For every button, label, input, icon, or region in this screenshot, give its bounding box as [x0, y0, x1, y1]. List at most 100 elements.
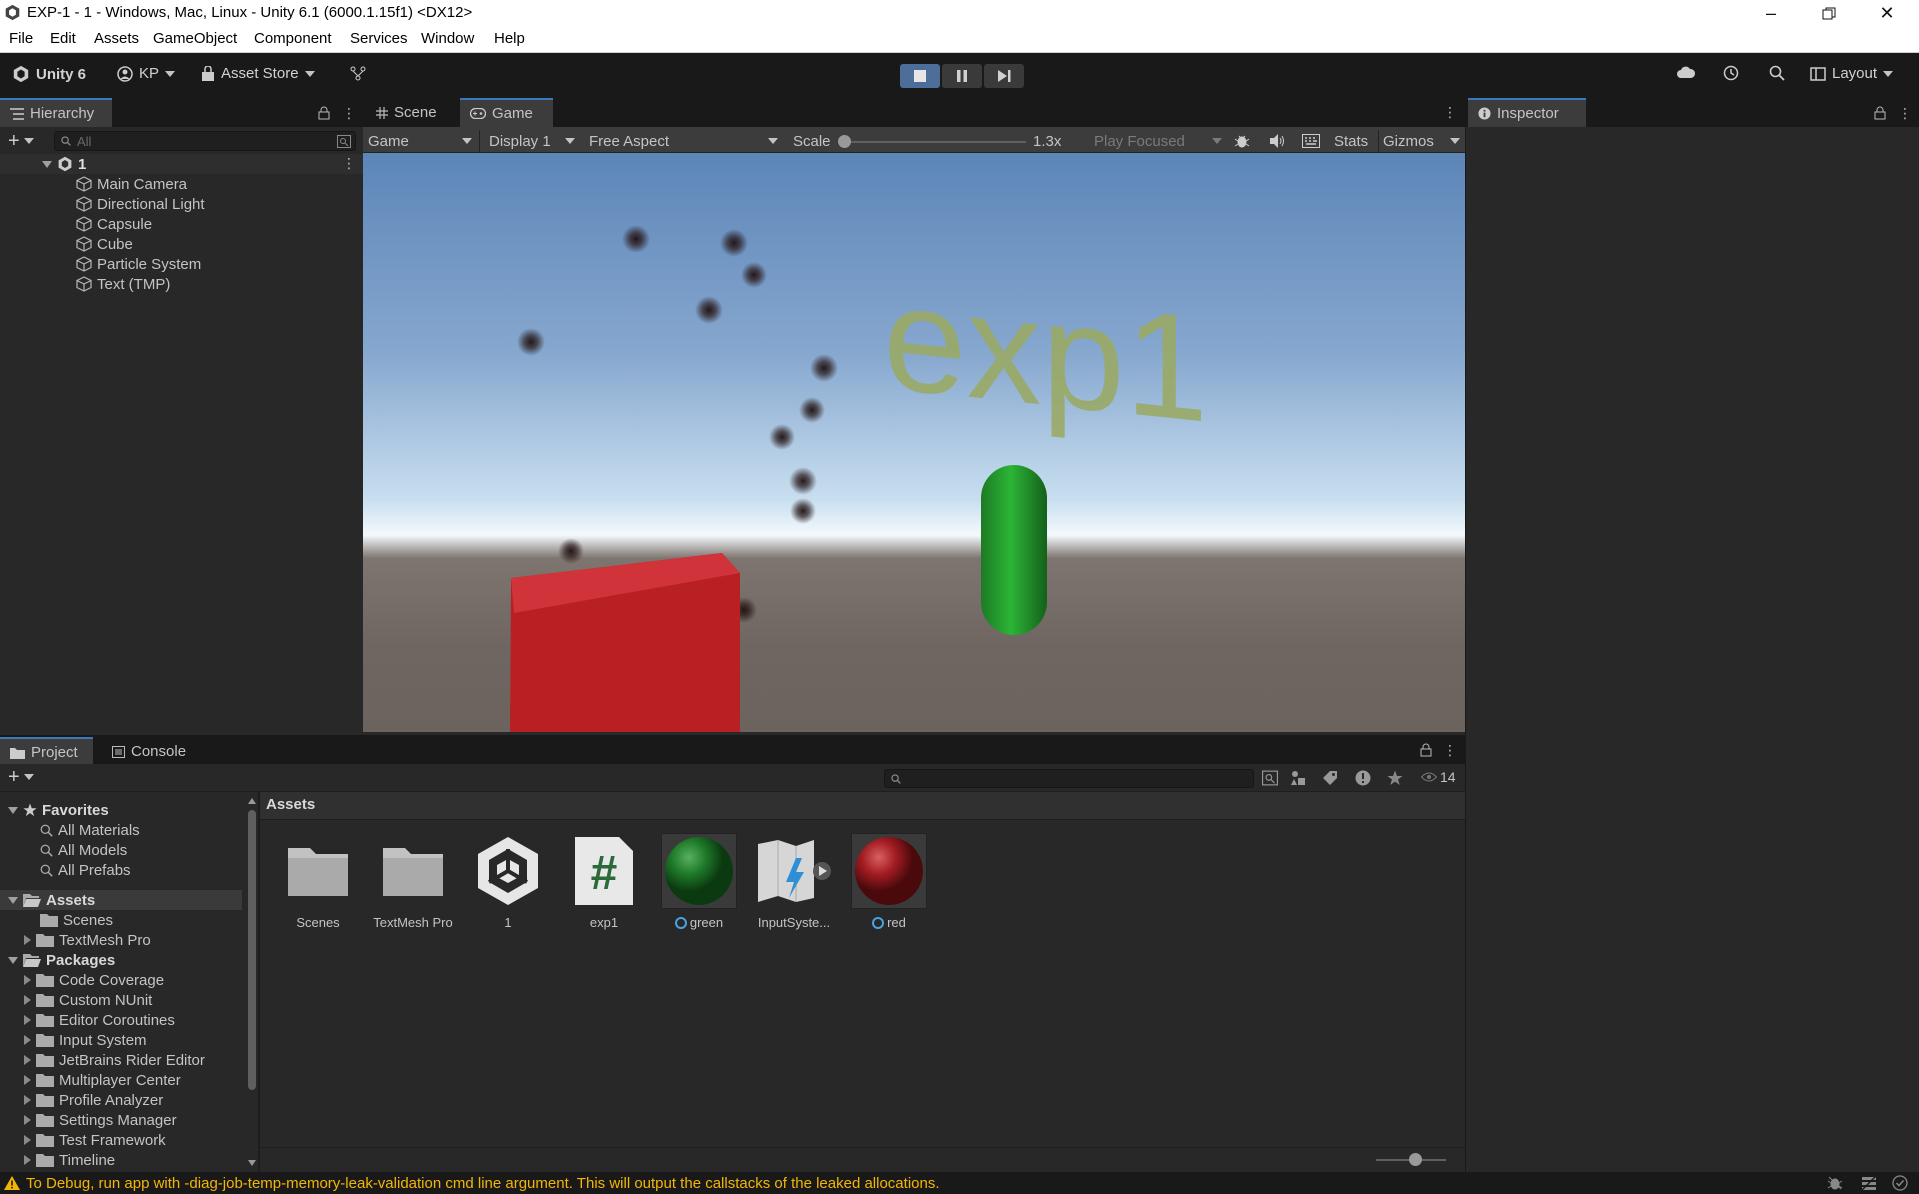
search-by-type-icon[interactable] [337, 135, 351, 148]
pause-button[interactable] [942, 64, 982, 88]
package-item[interactable]: Test Framework [24, 1130, 166, 1150]
menu-component[interactable]: Component [254, 30, 332, 47]
hierarchy-item[interactable]: Directional Light [76, 194, 205, 214]
package-item[interactable]: Profile Analyzer [24, 1090, 163, 1110]
asset-store-dropdown[interactable]: Asset Store [201, 65, 315, 82]
cloud-button[interactable] [1676, 65, 1696, 79]
expand-arrow-icon[interactable] [24, 1155, 31, 1165]
project-add-button[interactable]: + [8, 767, 34, 787]
icon-size-slider-thumb[interactable] [1409, 1153, 1422, 1166]
hierarchy-item[interactable]: Capsule [76, 214, 152, 234]
project-search-input[interactable] [884, 769, 1254, 788]
search-by-type-icon[interactable] [1262, 770, 1278, 786]
package-item[interactable]: Custom NUnit [24, 990, 152, 1010]
asset-exp1-script[interactable]: # exp1 [561, 833, 647, 930]
menu-edit[interactable]: Edit [50, 30, 76, 47]
menu-file[interactable]: File [9, 30, 33, 47]
expand-arrow-icon[interactable] [24, 975, 31, 985]
favorite-item[interactable]: All Prefabs [40, 860, 131, 880]
tree-scrollbar-thumb[interactable] [248, 810, 256, 1090]
progress-check-icon[interactable] [1892, 1175, 1908, 1191]
expand-arrow-icon[interactable] [8, 896, 18, 904]
kebab-menu-icon[interactable]: ⋮ [342, 106, 356, 120]
packages-root-folder[interactable]: Packages [8, 950, 115, 970]
package-item[interactable]: Editor Coroutines [24, 1010, 175, 1030]
minimize-button[interactable]: – [1742, 0, 1800, 27]
hierarchy-item[interactable]: Text (TMP) [76, 274, 170, 294]
cache-server-icon[interactable] [1861, 1175, 1877, 1191]
expand-arrow-icon[interactable] [42, 160, 52, 168]
asset-input-system-actions[interactable]: InputSyste... [751, 833, 837, 930]
hierarchy-item[interactable]: Particle System [76, 254, 201, 274]
expand-arrow-icon[interactable] [8, 956, 18, 964]
lock-icon[interactable] [1420, 743, 1432, 757]
gizmos-button[interactable]: Gizmos [1383, 130, 1434, 152]
expand-arrow-icon[interactable] [24, 1095, 31, 1105]
expand-arrow-icon[interactable] [24, 1135, 31, 1145]
asset-scene-1[interactable]: 1 [465, 833, 551, 930]
tab-hierarchy[interactable]: Hierarchy [0, 98, 112, 127]
tab-inspector[interactable]: Inspector [1468, 98, 1586, 127]
project-kebab-icon[interactable]: ⋮ [1443, 743, 1457, 757]
package-item[interactable]: Input System [24, 1030, 147, 1050]
history-button[interactable] [1723, 65, 1739, 81]
menu-window[interactable]: Window [421, 30, 474, 47]
assets-root-folder[interactable]: Assets [8, 890, 95, 910]
asset-red-material[interactable]: red [846, 833, 932, 930]
asset-scenes-folder[interactable]: Scenes [275, 833, 361, 930]
favorite-item[interactable]: All Models [40, 840, 127, 860]
scroll-up-arrow-icon[interactable] [248, 798, 256, 804]
layout-dropdown[interactable]: Layout [1810, 65, 1894, 82]
scroll-down-arrow-icon[interactable] [248, 1160, 256, 1166]
close-window-button[interactable]: ✕ [1858, 0, 1916, 27]
menu-gameobject[interactable]: GameObject [153, 30, 237, 47]
version-control-button[interactable] [350, 65, 366, 81]
tab-game[interactable]: Game [460, 98, 553, 127]
favorites-section[interactable]: Favorites [8, 800, 109, 820]
game-kebab-icon[interactable]: ⋮ [1443, 105, 1457, 119]
expand-arrow-icon[interactable] [24, 1055, 31, 1065]
unity-version-button[interactable]: Unity 6 [12, 65, 86, 83]
hierarchy-item[interactable]: Cube [76, 234, 133, 254]
audio-icon[interactable] [1269, 133, 1285, 149]
menu-services[interactable]: Services [350, 30, 408, 47]
expand-arrow-icon[interactable] [24, 935, 31, 945]
aspect-dropdown[interactable]: Free Aspect [589, 130, 782, 152]
account-dropdown[interactable]: KP [117, 65, 176, 82]
favorite-item[interactable]: All Materials [40, 820, 140, 840]
expand-arrow-icon[interactable] [8, 806, 18, 814]
expand-arrow-icon[interactable] [24, 1115, 31, 1125]
hierarchy-add-button[interactable]: + [8, 131, 34, 151]
folder-item[interactable]: TextMesh Pro [24, 930, 151, 950]
keyboard-icon[interactable] [1302, 134, 1320, 148]
gizmos-chevron-icon[interactable] [1450, 138, 1460, 144]
package-item[interactable]: Settings Manager [24, 1110, 177, 1130]
play-stop-button[interactable] [900, 64, 940, 88]
label-tag-icon[interactable] [1322, 770, 1338, 786]
tab-scene[interactable]: Scene [366, 98, 458, 127]
tab-console[interactable]: Console [102, 737, 202, 766]
bug-icon[interactable] [1234, 133, 1250, 149]
folder-item[interactable]: Scenes [40, 910, 113, 930]
package-item[interactable]: JetBrains Rider Editor [24, 1050, 205, 1070]
debug-mode-icon[interactable] [1827, 1175, 1843, 1191]
expand-arrow-icon[interactable] [24, 995, 31, 1005]
display-dropdown[interactable]: Display 1 [489, 130, 579, 152]
warning-filter-icon[interactable] [1355, 770, 1371, 786]
step-button[interactable] [984, 64, 1024, 88]
hidden-packages-toggle[interactable]: 14 [1421, 769, 1456, 785]
package-item[interactable]: Multiplayer Center [24, 1070, 181, 1090]
breadcrumb[interactable]: Assets [266, 796, 315, 813]
lock-icon[interactable] [1874, 106, 1886, 120]
hierarchy-search-input[interactable]: All [54, 131, 356, 151]
filter-by-type-icon[interactable] [1290, 770, 1306, 786]
package-item[interactable]: Timeline [24, 1150, 115, 1170]
menu-assets[interactable]: Assets [94, 30, 139, 47]
restore-button[interactable] [1800, 0, 1858, 27]
stats-button[interactable]: Stats [1334, 130, 1368, 152]
asset-textmesh-pro-folder[interactable]: TextMesh Pro [370, 833, 456, 930]
expand-arrow-icon[interactable] [24, 1015, 31, 1025]
star-icon[interactable] [1387, 770, 1403, 786]
tab-project[interactable]: Project [0, 737, 93, 766]
package-item[interactable]: Code Coverage [24, 970, 164, 990]
